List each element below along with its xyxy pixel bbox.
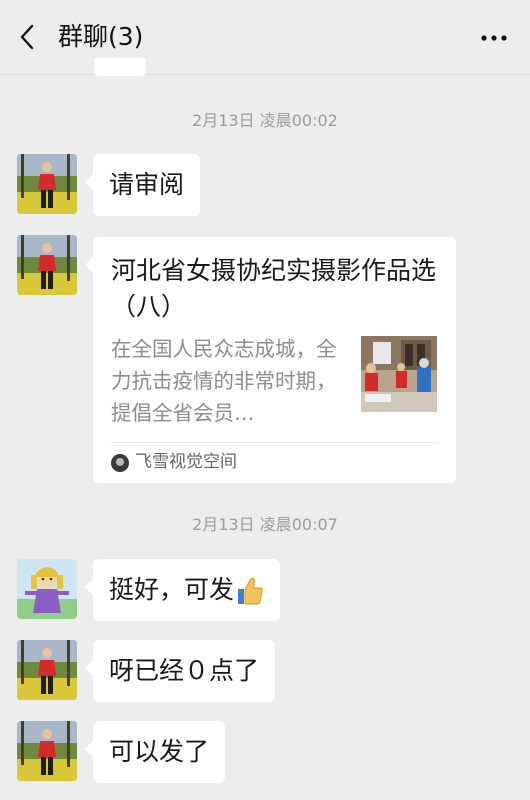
chevron-left-icon: [20, 24, 34, 50]
avatar[interactable]: [17, 559, 77, 619]
article-thumbnail: [361, 336, 437, 412]
message-bubble[interactable]: 呀已经０点了: [84, 640, 276, 702]
message-text: 呀已经０点了: [109, 656, 260, 685]
avatar-image: [17, 640, 77, 700]
more-horizontal-icon: [481, 35, 507, 41]
avatar-image: [17, 235, 77, 295]
timestamp: 2月13日 凌晨00:02: [192, 111, 338, 130]
message-text: 挺好，可发: [109, 575, 235, 604]
avatar[interactable]: [17, 154, 77, 214]
message-bubble[interactable]: 挺好，可发: [84, 559, 281, 621]
article-title: 河北省女摄协纪实摄影作品选（八）: [111, 256, 437, 321]
shared-article-card[interactable]: 河北省女摄协纪实摄影作品选（八） 在全国人民众志成城，全力抗击疫情的非常时期，提…: [85, 237, 456, 483]
avatar-image: [17, 559, 77, 619]
article-source: 飞雪视觉空间: [135, 452, 237, 472]
source-avatar-icon: [111, 454, 129, 472]
avatar[interactable]: [17, 640, 77, 700]
more-button[interactable]: [476, 19, 512, 55]
chat-title: 群聊(3): [58, 22, 144, 51]
message-bubble[interactable]: 请审阅: [84, 154, 201, 216]
previous-message-bubble[interactable]: [94, 58, 146, 76]
message-text: 请审阅: [109, 170, 185, 199]
avatar-image: [17, 721, 77, 781]
avatar[interactable]: [17, 235, 77, 295]
avatar[interactable]: [17, 721, 77, 781]
chat-header: 群聊(3): [0, 0, 530, 75]
avatar-image: [17, 154, 77, 214]
article-description: 在全国人民众志成城，全力抗击疫情的非常时期，提倡全省会员…: [111, 337, 337, 425]
back-button[interactable]: [10, 19, 46, 55]
message-bubble[interactable]: 可以发了: [84, 721, 226, 783]
card-divider: [111, 442, 438, 443]
timestamp: 2月13日 凌晨00:07: [192, 515, 338, 534]
thumbs-up-icon: [238, 577, 263, 605]
message-text: 可以发了: [109, 737, 210, 766]
